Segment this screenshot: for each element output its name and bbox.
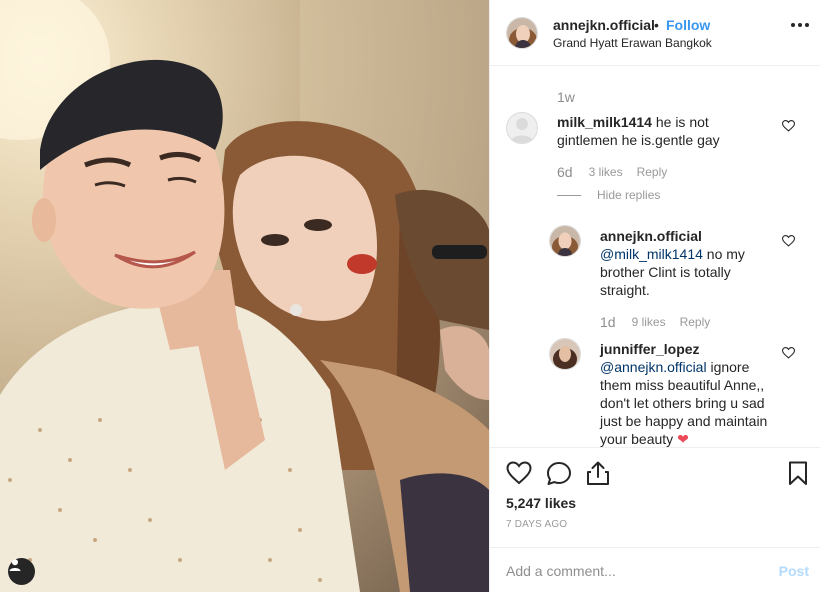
- comment-username[interactable]: milk_milk1414: [557, 114, 652, 130]
- author-username[interactable]: annejkn.official: [553, 17, 655, 33]
- reply-time: 1d: [600, 314, 616, 330]
- more-options-icon[interactable]: [791, 23, 809, 27]
- photo-illustration: [0, 0, 489, 592]
- reply-avatar-image: [550, 226, 580, 256]
- post-date[interactable]: 7 DAYS AGO: [506, 519, 567, 530]
- comment-time: 6d: [557, 164, 573, 180]
- author-avatar[interactable]: [506, 17, 538, 49]
- user-tag-button[interactable]: [8, 558, 35, 585]
- reply-avatar[interactable]: [549, 338, 581, 370]
- follow-button[interactable]: Follow: [666, 17, 710, 33]
- bookmark-icon[interactable]: [788, 461, 808, 486]
- heart-emoji: ❤: [677, 431, 689, 447]
- reply-text-block: annejkn.official @milk_milk1414 no my br…: [600, 227, 770, 299]
- hide-replies-label: Hide replies: [597, 188, 661, 202]
- post-header: annejkn.official • Follow Grand Hyatt Er…: [490, 0, 820, 66]
- default-avatar-icon: [510, 118, 534, 143]
- reply-button[interactable]: Reply: [637, 165, 668, 179]
- reply-text-block: junniffer_lopez @annejkn.official ignore…: [600, 340, 775, 447]
- reply-avatar-image: [550, 339, 580, 369]
- reply-mention[interactable]: @milk_milk1414: [600, 246, 703, 262]
- post-details-panel: annejkn.official • Follow Grand Hyatt Er…: [489, 0, 820, 592]
- header-separator: •: [654, 17, 659, 33]
- caption-timestamp: 1w: [557, 89, 575, 105]
- reply-button[interactable]: Reply: [680, 315, 711, 329]
- post-photo[interactable]: [0, 0, 489, 592]
- small-heart-icon[interactable]: [782, 235, 795, 247]
- comment-bubble-icon[interactable]: [546, 461, 572, 486]
- comment-text-block: milk_milk1414 he is not gintlemen he is.…: [557, 113, 767, 149]
- reply-username[interactable]: annejkn.official: [600, 228, 702, 244]
- comments-list[interactable]: 1w milk_milk1414 he is not gintlemen he …: [490, 67, 820, 447]
- reply-meta: 1d 9 likes Reply: [600, 314, 710, 330]
- share-icon[interactable]: [586, 461, 610, 486]
- likes-count[interactable]: 5,247 likes: [506, 495, 576, 511]
- author-avatar-image: [507, 18, 537, 48]
- small-heart-icon[interactable]: [782, 120, 795, 132]
- add-comment-bar: Post: [490, 547, 820, 592]
- reply-avatar[interactable]: [549, 225, 581, 257]
- post-comment-button[interactable]: Post: [779, 563, 809, 579]
- reply-mention[interactable]: @annejkn.official: [600, 359, 707, 375]
- small-heart-icon[interactable]: [782, 347, 795, 359]
- comment-meta: 6d 3 likes Reply: [557, 164, 667, 180]
- commenter-avatar[interactable]: [506, 112, 538, 144]
- heart-icon[interactable]: [506, 461, 532, 485]
- hide-replies-button[interactable]: Hide replies: [557, 188, 660, 202]
- post-location[interactable]: Grand Hyatt Erawan Bangkok: [553, 36, 712, 50]
- comment-input[interactable]: [506, 560, 756, 582]
- hide-replies-divider: [557, 194, 581, 196]
- reply-likes[interactable]: 9 likes: [632, 315, 666, 329]
- user-tag-icon: [9, 559, 21, 571]
- reply-username[interactable]: junniffer_lopez: [600, 341, 700, 357]
- comment-likes[interactable]: 3 likes: [589, 165, 623, 179]
